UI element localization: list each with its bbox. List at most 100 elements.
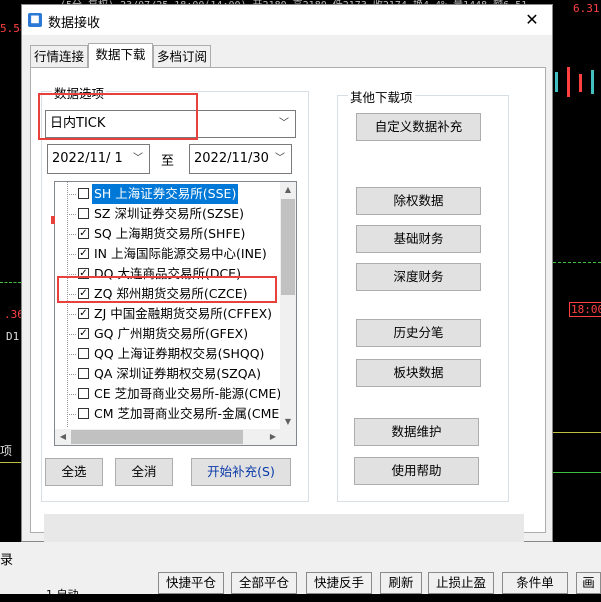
exchange-list-item[interactable]: ✓ SQ 上海期货交易所(SHFE) [55,224,281,244]
exchange-list[interactable]: SH 上海证券交易所(SSE) SZ 深圳证券交易所(SZSE) ✓ SQ 上海期货交… [54,181,297,446]
exchange-label: SQ 上海期货交易所(SHFE) [94,226,246,241]
background-left-chart: 5.58 .36 D1 项 [0,12,27,542]
start-fill-button[interactable]: 开始补充(S) [191,458,291,486]
exchange-list-item[interactable]: QQ 上海证券期权交易(SHQQ) [55,344,281,364]
exchange-label: DQ 大连商品交易所(DCE) [94,266,241,281]
exchange-list-item[interactable]: ✓ ZJ 中国金融期货交易所(CFFEX) [55,304,281,324]
draw-button[interactable]: 画 [576,572,601,594]
tab-market-connection[interactable]: 行情连接 [30,45,88,67]
exchange-list-item[interactable]: ✓ GQ 广州期货交易所(GFEX) [55,324,281,344]
exchange-list-hscroll[interactable]: ◀ ▶ [55,429,281,445]
bg-bottom-row-label: 1 自动 [46,588,79,601]
exchange-label: QA 深圳证券期权交易(SZQA) [94,366,262,381]
quick-reverse-button[interactable]: 快捷反手 [306,572,372,594]
bg-right-time: 18:00 [569,302,601,317]
tree-connector [67,394,76,395]
exchange-checkbox[interactable] [78,408,89,419]
exchange-list-item[interactable]: ✓ ZQ 郑州期货交易所(CZCE) [55,284,281,304]
checkmark-icon: ✓ [79,228,88,239]
exchange-checkbox[interactable] [78,368,89,379]
exchange-list-vscroll[interactable]: ▲ ▼ [280,182,296,430]
tab-multi-level-subscribe[interactable]: 多档订阅 [153,45,211,67]
ex-rights-data-button[interactable]: 除权数据 [356,187,481,215]
end-date-value: 2022/11/30 [194,151,269,166]
bg-bottom-label: 录 [0,553,14,568]
exchange-checkbox[interactable]: ✓ [78,268,89,279]
exchange-list-item[interactable]: CE 芝加哥商业交易所-能源(CME) [55,384,281,404]
sector-data-button[interactable]: 板块数据 [356,359,481,387]
exchange-checkbox[interactable]: ✓ [78,248,89,259]
tree-connector [67,414,76,415]
tree-connector [67,314,76,315]
exchange-checkbox[interactable]: ✓ [78,288,89,299]
exchange-checkbox[interactable] [78,188,89,199]
exchange-checkbox[interactable] [78,348,89,359]
exchange-checkbox[interactable]: ✓ [78,308,89,319]
historical-ticks-button[interactable]: 历史分笔 [356,319,481,347]
tree-connector [67,334,76,335]
scroll-up-icon[interactable]: ▲ [280,182,296,198]
exchange-list-item[interactable]: CM 芝加哥商业交易所-金属(CME) [55,404,284,424]
exchange-list-item[interactable]: SH 上海证券交易所(SSE) [55,184,281,204]
start-date-value: 2022/11/ 1 [52,151,123,166]
data-type-select[interactable]: 日内TICK ﹀ [45,110,296,138]
exchange-label: CM 芝加哥商业交易所-金属(CME) [94,406,285,421]
tree-connector [67,274,76,275]
deselect-all-button[interactable]: 全消 [115,458,173,486]
scroll-left-icon[interactable]: ◀ [55,429,71,445]
exchange-label: QQ 上海证券期权交易(SHQQ) [94,346,265,361]
exchange-checkbox[interactable] [78,388,89,399]
exchange-list-item[interactable]: ✓ IN 上海国际能源交易中心(INE) [55,244,281,264]
tree-connector [67,214,76,215]
deep-financials-button[interactable]: 深度财务 [356,263,481,291]
tree-connector [67,254,76,255]
close-button[interactable]: ✕ [512,5,552,35]
select-all-button[interactable]: 全选 [45,458,103,486]
exchange-list-item[interactable]: SZ 深圳证券交易所(SZSE) [55,204,281,224]
dialog-title: 数据接收 [48,16,101,31]
quick-close-button[interactable]: 快捷平仓 [158,572,224,594]
exchange-list-item[interactable]: QA 深圳证券期权交易(SZQA) [55,364,281,384]
app-icon: ■ [28,13,42,27]
close-all-button[interactable]: 全部平仓 [231,572,297,594]
data-maintenance-button[interactable]: 数据维护 [354,418,479,446]
exchange-checkbox[interactable] [78,208,89,219]
start-date-picker[interactable]: 2022/11/ 1 ﹀ [47,144,150,174]
exchange-label: GQ 广州期货交易所(GFEX) [94,326,249,341]
checkmark-icon: ✓ [79,328,88,339]
vscroll-thumb[interactable] [281,199,295,295]
exchange-label: ZJ 中国金融期货交易所(CFFEX) [94,306,273,321]
date-range-to-label: 至 [161,154,175,169]
basic-financials-button[interactable]: 基础财务 [356,225,481,253]
red-marker [51,216,55,224]
checkmark-icon: ✓ [79,248,88,259]
stop-loss-button[interactable]: 止损止盈 [428,572,494,594]
scroll-down-icon[interactable]: ▼ [280,414,296,430]
custom-data-fill-button[interactable]: 自定义数据补充 [356,113,481,141]
data-receive-dialog: ■ 数据接收 ✕ 行情连接 数据下载 多档订阅 数据选项 日内TICK ﹀ 20… [21,4,553,542]
exchange-label: IN 上海国际能源交易中心(INE) [94,246,267,261]
chevron-down-icon: ﹀ [275,153,285,164]
exchange-label: CE 芝加哥商业交易所-能源(CME) [94,386,282,401]
exchange-list-item[interactable]: ✓ DQ 大连商品交易所(DCE) [55,264,281,284]
hscroll-thumb[interactable] [71,430,243,444]
refresh-button[interactable]: 刷新 [380,572,422,594]
tab-data-download[interactable]: 数据下载 [88,43,153,68]
exchange-checkbox[interactable]: ✓ [78,328,89,339]
exchange-checkbox[interactable]: ✓ [78,228,89,239]
data-options-label: 数据选项 [52,83,107,102]
dialog-titlebar[interactable]: ■ 数据接收 ✕ [22,5,552,35]
scroll-right-icon[interactable]: ▶ [265,429,281,445]
exchange-label: SH 上海证券交易所(SSE) [92,184,239,204]
help-button[interactable]: 使用帮助 [354,457,479,485]
end-date-picker[interactable]: 2022/11/30 ﹀ [189,144,292,174]
tree-connector [67,354,76,355]
exchange-label: SZ 深圳证券交易所(SZSE) [94,206,245,221]
checkmark-icon: ✓ [79,288,88,299]
condition-order-button[interactable]: 条件单 [502,572,568,594]
exchange-label: ZQ 郑州期货交易所(CZCE) [94,286,248,301]
tree-connector [67,374,76,375]
background-right-chart: 6.31 18:00 [553,2,601,542]
close-icon: ✕ [525,10,539,29]
checkmark-icon: ✓ [79,268,88,279]
